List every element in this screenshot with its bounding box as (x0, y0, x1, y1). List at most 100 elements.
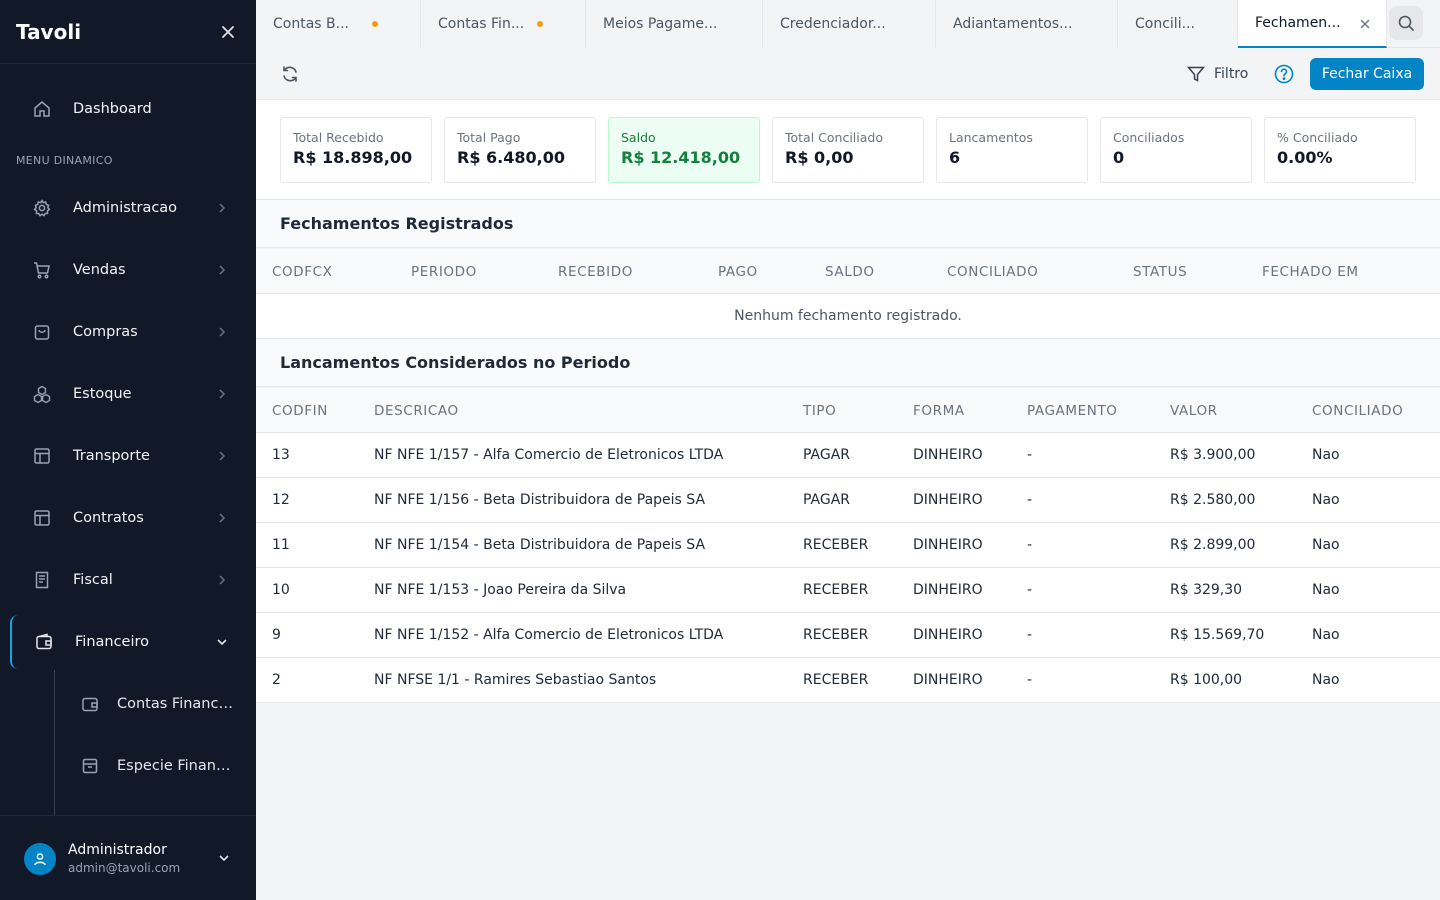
cell-pagamento: - (1027, 447, 1033, 463)
cell-conciliado: Nao (1312, 582, 1340, 598)
sidebar-item-estoque[interactable]: Estoque (10, 367, 246, 421)
cell-valor: R$ 3.900,00 (1170, 447, 1256, 463)
sidebar-subitem-contas-financeiras[interactable]: Contas Financeiras (54, 679, 244, 729)
tab-label: Credenciador... (780, 16, 886, 32)
cell-descricao: NF NFSE 1/1 - Ramires Sebastiao Santos (374, 672, 657, 688)
cell-descricao: NF NFE 1/156 - Beta Distribuidora de Pap… (374, 492, 706, 508)
table-row[interactable]: 2 NF NFSE 1/1 - Ramires Sebastiao Santos… (256, 658, 1440, 703)
close-icon[interactable] (216, 20, 240, 44)
layout-icon (32, 446, 52, 466)
cell-descricao: NF NFE 1/153 - Joao Pereira da Silva (374, 582, 627, 598)
wallet-icon (34, 632, 54, 652)
column-header[interactable]: SALDO (825, 264, 875, 280)
cell-forma: DINHEIRO (913, 672, 983, 688)
chevron-right-icon (214, 324, 230, 340)
card-percent-conciliado: % Conciliado 0.00% (1264, 117, 1416, 183)
tab-label: Meios Pagame... (603, 16, 718, 32)
brand-logo: Tavoli (16, 19, 82, 44)
tab-contas-bancarias[interactable]: Contas B... (256, 0, 421, 48)
column-header[interactable]: CODFIN (272, 403, 328, 419)
summary-cards: Total Recebido R$ 18.898,00 Total Pago R… (256, 100, 1440, 200)
sidebar-item-label: Contratos (73, 510, 144, 526)
lancamentos-table-header: CODFIN DESCRICAO TIPO FORMA PAGAMENTO VA… (256, 388, 1440, 433)
help-icon[interactable] (1273, 63, 1295, 85)
column-header[interactable]: PAGO (718, 264, 758, 280)
tab-adiantamentos[interactable]: Adiantamentos... (936, 0, 1118, 48)
close-tab-icon[interactable] (1358, 17, 1372, 31)
column-header[interactable]: STATUS (1133, 264, 1187, 280)
sidebar-header: Tavoli (0, 0, 256, 64)
card-label: Total Pago (457, 130, 521, 145)
cell-descricao: NF NFE 1/157 - Alfa Comercio de Eletroni… (374, 447, 724, 463)
empty-state-message: Nenhum fechamento registrado. (256, 294, 1440, 339)
column-header[interactable]: CODFCX (272, 264, 333, 280)
column-header[interactable]: RECEBIDO (558, 264, 633, 280)
chevron-down-icon[interactable] (216, 850, 232, 866)
user-email: admin@tavoli.com (68, 861, 181, 875)
sidebar-item-financeiro[interactable]: Financeiro (10, 615, 246, 669)
column-header[interactable]: CONCILIADO (1312, 403, 1403, 419)
tab-meios-pagamento[interactable]: Meios Pagame... (586, 0, 763, 48)
cart-icon (32, 260, 52, 280)
column-header[interactable]: PERIODO (411, 264, 477, 280)
sidebar-subitem-especie-financeira[interactable]: Especie Financeira (54, 741, 244, 791)
fechar-caixa-button[interactable]: Fechar Caixa (1310, 58, 1424, 90)
cell-codfin: 11 (272, 537, 290, 553)
sidebar-item-compras[interactable]: Compras (10, 305, 246, 359)
sidebar-subitem-label: Especie Financeira (117, 758, 235, 774)
filter-button[interactable]: Filtro (1186, 64, 1248, 84)
table-row[interactable]: 12 NF NFE 1/156 - Beta Distribuidora de … (256, 478, 1440, 523)
card-total-pago: Total Pago R$ 6.480,00 (444, 117, 596, 183)
chevron-right-icon (214, 448, 230, 464)
sidebar-item-contratos[interactable]: Contratos (10, 491, 246, 545)
chevron-right-icon (214, 200, 230, 216)
cell-pagamento: - (1027, 582, 1033, 598)
column-header[interactable]: CONCILIADO (947, 264, 1038, 280)
refresh-icon[interactable] (280, 64, 300, 84)
sidebar-item-dashboard[interactable]: Dashboard (10, 82, 246, 136)
archive-icon (80, 756, 100, 776)
sidebar-item-administracao[interactable]: Administracao (10, 181, 246, 235)
table-row[interactable]: 10 NF NFE 1/153 - Joao Pereira da Silva … (256, 568, 1440, 613)
column-header[interactable]: TIPO (803, 403, 836, 419)
sidebar-item-fiscal[interactable]: Fiscal (10, 553, 246, 607)
filter-icon (1186, 66, 1206, 82)
receipt-icon (32, 570, 52, 590)
cell-codfin: 13 (272, 447, 290, 463)
cell-forma: DINHEIRO (913, 447, 983, 463)
home-icon (32, 99, 52, 119)
table-row[interactable]: 13 NF NFE 1/157 - Alfa Comercio de Eletr… (256, 433, 1440, 478)
sidebar-item-vendas[interactable]: Vendas (10, 243, 246, 297)
fechamentos-table-header: CODFCX PERIODO RECEBIDO PAGO SALDO CONCI… (256, 249, 1440, 294)
column-header[interactable]: FORMA (913, 403, 965, 419)
tab-fechamento[interactable]: Fechamen... (1238, 0, 1387, 48)
sidebar-item-transporte[interactable]: Transporte (10, 429, 246, 483)
table-row[interactable]: 11 NF NFE 1/154 - Beta Distribuidora de … (256, 523, 1440, 568)
column-header[interactable]: PAGAMENTO (1027, 403, 1118, 419)
tab-conciliacao[interactable]: Concili... (1118, 0, 1238, 48)
column-header[interactable]: DESCRICAO (374, 403, 459, 419)
card-value: R$ 18.898,00 (293, 148, 413, 167)
tab-credenciadoras[interactable]: Credenciador... (763, 0, 936, 48)
sidebar-item-label: Financeiro (75, 634, 150, 650)
avatar[interactable] (24, 843, 56, 875)
table-row[interactable]: 9 NF NFE 1/152 - Alfa Comercio de Eletro… (256, 613, 1440, 658)
sidebar: Tavoli Dashboard MENU DINAMICO Administr… (0, 0, 256, 900)
filter-label: Filtro (1214, 66, 1249, 82)
card-value: 0.00% (1277, 148, 1333, 167)
section-title-fechamentos: Fechamentos Registrados (256, 200, 1440, 248)
card-label: Lancamentos (949, 130, 1033, 145)
section-title-lancamentos: Lancamentos Considerados no Periodo (256, 339, 1440, 387)
card-label: Conciliados (1113, 130, 1185, 145)
search-icon[interactable] (1389, 6, 1423, 40)
column-header[interactable]: FECHADO EM (1262, 264, 1359, 280)
sidebar-item-label: Compras (73, 324, 138, 340)
tab-contas-financeiras[interactable]: Contas Fin... (421, 0, 586, 48)
column-header[interactable]: VALOR (1170, 403, 1218, 419)
cell-descricao: NF NFE 1/154 - Beta Distribuidora de Pap… (374, 537, 706, 553)
cell-tipo: RECEBER (803, 627, 869, 643)
card-saldo: Saldo R$ 12.418,00 (608, 117, 760, 183)
sidebar-subitem-label: Contas Financeiras (117, 696, 235, 712)
tab-label: Concili... (1135, 16, 1195, 32)
tab-label: Contas B... (273, 16, 349, 32)
